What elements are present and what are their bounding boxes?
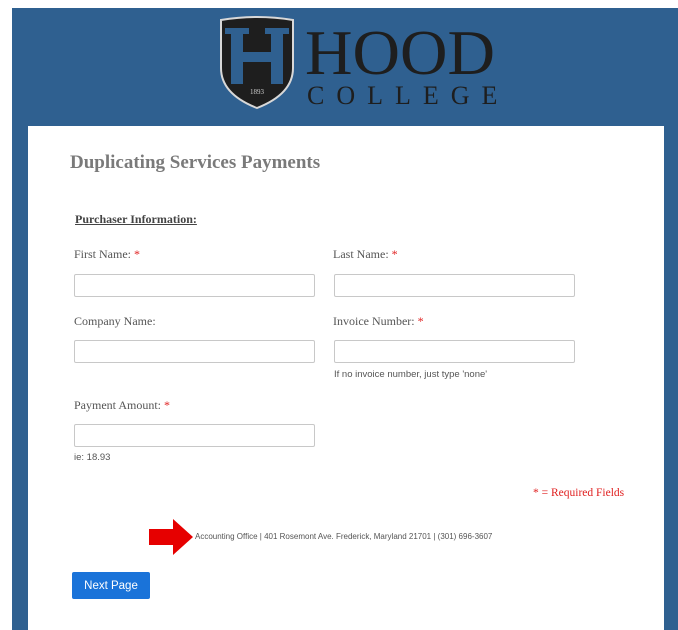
payment-amount-input[interactable]	[74, 424, 315, 447]
page-title: Duplicating Services Payments	[70, 152, 321, 173]
next-page-button[interactable]: Next Page	[72, 572, 150, 599]
invoice-number-hint: If no invoice number, just type 'none'	[334, 369, 488, 380]
payment-amount-label: Payment Amount: *	[74, 398, 170, 413]
last-name-label: Last Name: *	[333, 247, 398, 262]
payment-amount-hint: ie: 18.93	[74, 452, 111, 463]
payment-amount-label-text: Payment Amount:	[74, 398, 161, 412]
required-asterisk: *	[164, 398, 170, 412]
company-name-label: Company Name:	[74, 314, 156, 329]
required-fields-note: * = Required Fields	[533, 487, 625, 499]
form-card: Duplicating Services Payments Purchaser …	[28, 126, 664, 630]
first-name-label: First Name: *	[74, 247, 140, 262]
red-arrow-right-icon	[149, 519, 193, 555]
hood-college-logo: 1893 HOOD COLLEGE	[220, 16, 507, 110]
last-name-label-text: Last Name:	[333, 247, 389, 261]
first-name-label-text: First Name:	[74, 247, 131, 261]
logo-name: HOOD	[305, 17, 495, 88]
logo-sub: COLLEGE	[307, 81, 507, 110]
accounting-office-address: Accounting Office | 401 Rosemont Ave. Fr…	[195, 532, 493, 541]
required-asterisk: *	[391, 247, 398, 261]
page-frame: 1893 HOOD COLLEGE Duplicating Services P…	[12, 8, 678, 630]
company-name-label-text: Company Name:	[74, 314, 156, 328]
required-asterisk: *	[417, 314, 424, 328]
required-asterisk: *	[134, 247, 140, 261]
invoice-number-label: Invoice Number: *	[333, 314, 424, 329]
logo-year: 1893	[250, 88, 265, 96]
section-title-purchaser: Purchaser Information:	[75, 212, 197, 226]
last-name-input[interactable]	[334, 274, 575, 297]
first-name-input[interactable]	[74, 274, 315, 297]
invoice-number-input[interactable]	[334, 340, 575, 363]
header: 1893 HOOD COLLEGE	[12, 8, 678, 126]
company-name-input[interactable]	[74, 340, 315, 363]
invoice-number-label-text: Invoice Number:	[333, 314, 415, 328]
